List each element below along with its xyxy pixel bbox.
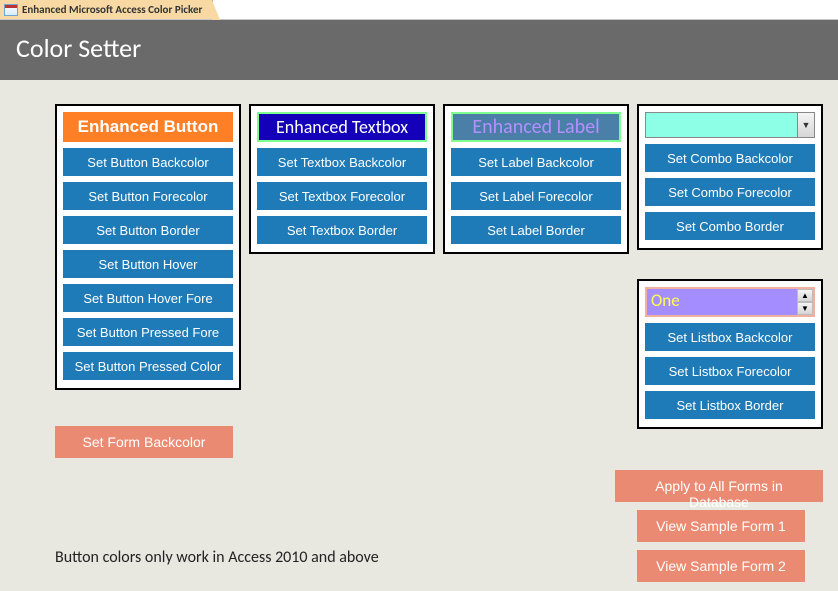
view-sample-form-1-button[interactable]: View Sample Form 1 xyxy=(637,510,805,542)
form-icon xyxy=(4,4,18,16)
set-label-forecolor-button[interactable]: Set Label Forecolor xyxy=(451,182,621,210)
set-button-pressed-color-button[interactable]: Set Button Pressed Color xyxy=(63,352,233,380)
scroll-up-icon[interactable]: ▲ xyxy=(797,289,813,302)
set-button-hover-fore-button[interactable]: Set Button Hover Fore xyxy=(63,284,233,312)
set-listbox-border-button[interactable]: Set Listbox Border xyxy=(645,391,815,419)
panel-label: Enhanced Label Set Label Backcolor Set L… xyxy=(443,104,629,254)
set-button-pressed-fore-button[interactable]: Set Button Pressed Fore xyxy=(63,318,233,346)
listbox-item[interactable]: One xyxy=(647,289,797,315)
panel-combo: ▼ Set Combo Backcolor Set Combo Forecolo… xyxy=(637,104,823,250)
set-button-hover-button[interactable]: Set Button Hover xyxy=(63,250,233,278)
enhanced-combo-demo[interactable]: ▼ xyxy=(645,112,815,138)
set-listbox-forecolor-button[interactable]: Set Listbox Forecolor xyxy=(645,357,815,385)
set-combo-backcolor-button[interactable]: Set Combo Backcolor xyxy=(645,144,815,172)
window-tab-bar: Enhanced Microsoft Access Color Picker xyxy=(0,0,838,20)
set-button-forecolor-button[interactable]: Set Button Forecolor xyxy=(63,182,233,210)
view-sample-form-2-button[interactable]: View Sample Form 2 xyxy=(637,550,805,582)
enhanced-listbox-demo[interactable]: One ▲ ▼ xyxy=(645,287,815,317)
version-note: Button colors only work in Access 2010 a… xyxy=(55,548,379,567)
page-title: Color Setter xyxy=(0,20,838,80)
set-button-border-button[interactable]: Set Button Border xyxy=(63,216,233,244)
set-textbox-forecolor-button[interactable]: Set Textbox Forecolor xyxy=(257,182,427,210)
panel-button: Enhanced Button Set Button Backcolor Set… xyxy=(55,104,241,390)
panel-listbox: One ▲ ▼ Set Listbox Backcolor Set Listbo… xyxy=(637,279,823,429)
chevron-down-icon[interactable]: ▼ xyxy=(798,113,814,137)
window-tab[interactable]: Enhanced Microsoft Access Color Picker xyxy=(0,0,213,19)
listbox-scrollbar[interactable]: ▲ ▼ xyxy=(797,289,813,315)
set-label-border-button[interactable]: Set Label Border xyxy=(451,216,621,244)
apply-all-forms-button[interactable]: Apply to All Forms in Database xyxy=(615,470,823,502)
scroll-down-icon[interactable]: ▼ xyxy=(797,302,813,315)
set-label-backcolor-button[interactable]: Set Label Backcolor xyxy=(451,148,621,176)
enhanced-label-demo: Enhanced Label xyxy=(451,112,621,142)
enhanced-button-demo[interactable]: Enhanced Button xyxy=(63,112,233,142)
set-textbox-backcolor-button[interactable]: Set Textbox Backcolor xyxy=(257,148,427,176)
set-textbox-border-button[interactable]: Set Textbox Border xyxy=(257,216,427,244)
window-tab-title: Enhanced Microsoft Access Color Picker xyxy=(22,3,202,16)
combo-value[interactable] xyxy=(646,113,798,137)
enhanced-textbox-demo[interactable]: Enhanced Textbox xyxy=(257,112,427,142)
set-button-backcolor-button[interactable]: Set Button Backcolor xyxy=(63,148,233,176)
set-form-backcolor-button[interactable]: Set Form Backcolor xyxy=(55,426,233,458)
set-combo-forecolor-button[interactable]: Set Combo Forecolor xyxy=(645,178,815,206)
form-canvas: Enhanced Button Set Button Backcolor Set… xyxy=(0,80,838,591)
set-combo-border-button[interactable]: Set Combo Border xyxy=(645,212,815,240)
set-listbox-backcolor-button[interactable]: Set Listbox Backcolor xyxy=(645,323,815,351)
panel-textbox: Enhanced Textbox Set Textbox Backcolor S… xyxy=(249,104,435,254)
